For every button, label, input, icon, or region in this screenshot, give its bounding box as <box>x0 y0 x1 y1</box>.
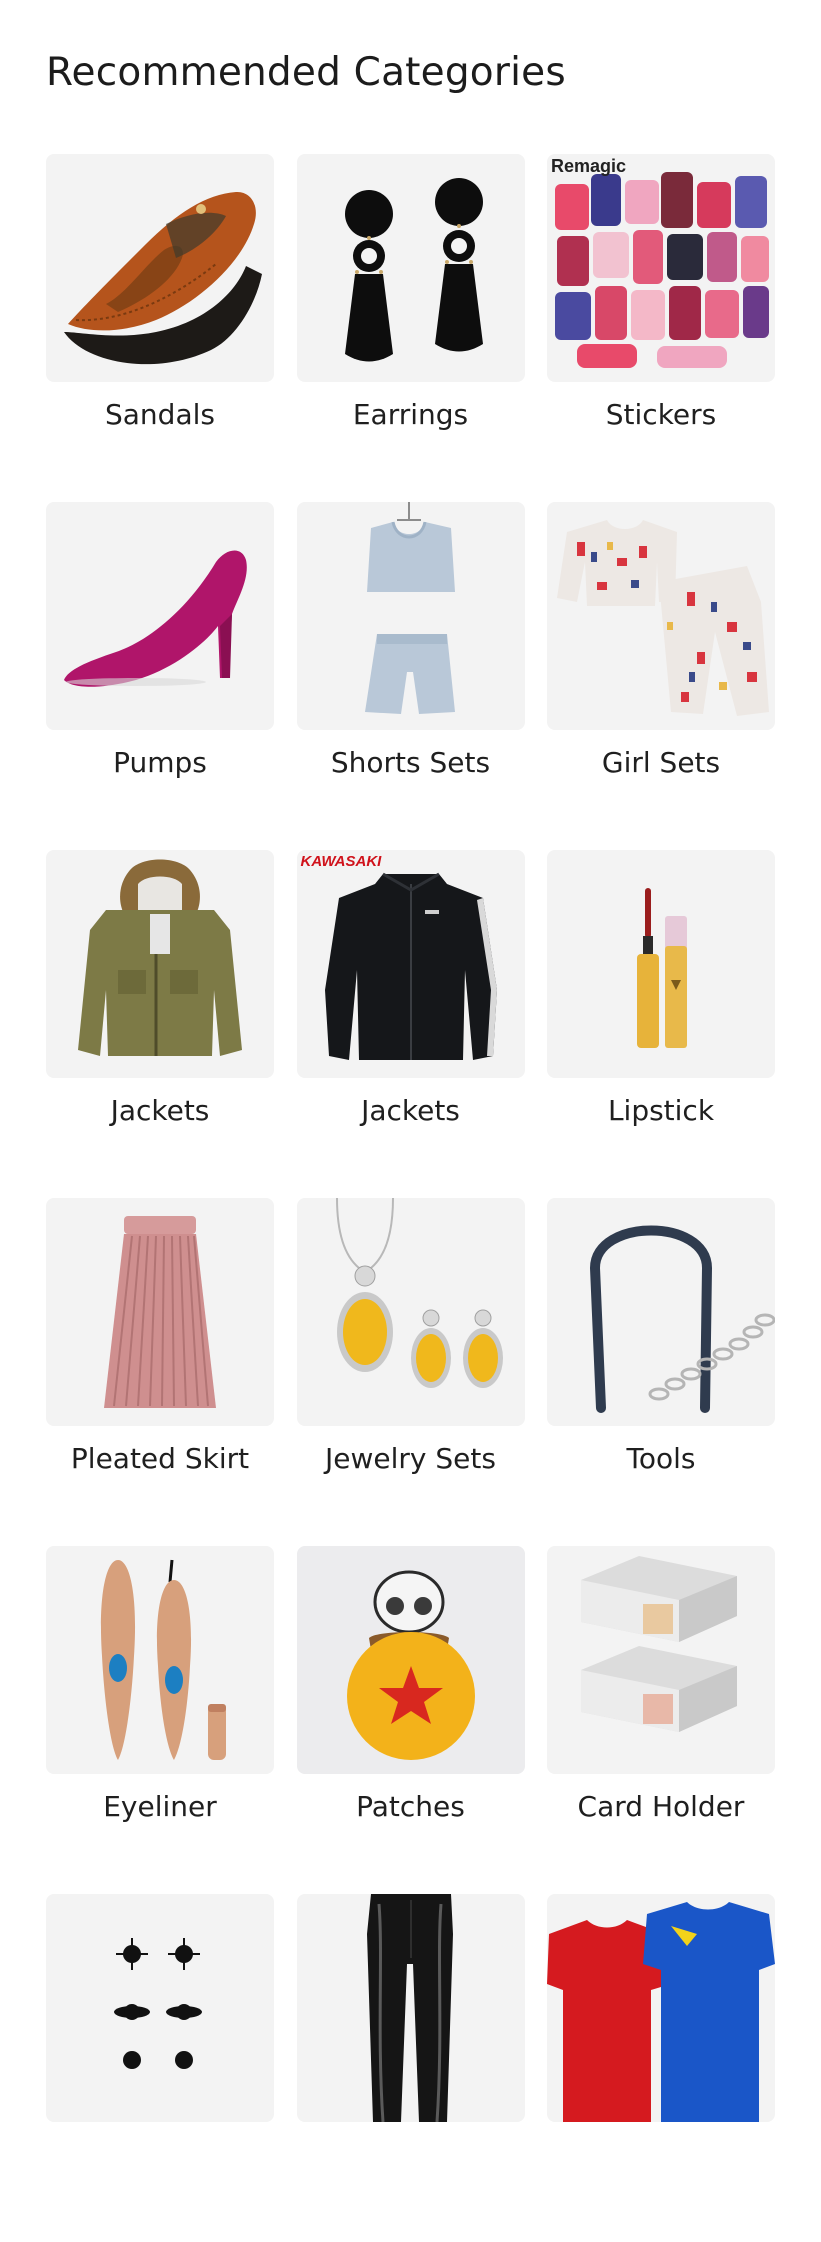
patch-icon <box>346 1570 475 1760</box>
category-label: Eyeliner <box>103 1790 217 1823</box>
category-tile-pleated-skirt[interactable]: Pleated Skirt <box>46 1198 274 1546</box>
sandal-icon <box>64 191 262 365</box>
category-image <box>296 1198 525 1426</box>
lip-gloss-icon <box>637 888 687 1048</box>
category-image <box>547 1894 775 2122</box>
category-image <box>547 502 775 730</box>
category-image <box>46 850 274 1078</box>
category-label: Girl Sets <box>601 746 721 779</box>
category-tile-pumps[interactable]: Pumps <box>46 502 274 850</box>
category-image <box>296 1546 525 1774</box>
category-image <box>547 850 775 1078</box>
sticker-pack-icon <box>555 172 769 368</box>
category-tile-stickers[interactable]: Remagic Stickers <box>547 154 775 502</box>
category-image <box>296 1894 525 2122</box>
category-label: Card Holder <box>577 1790 745 1823</box>
earring-icon <box>344 178 483 362</box>
track-jacket-icon <box>324 872 497 1060</box>
category-image <box>46 502 274 730</box>
category-label: Tools <box>626 1442 696 1475</box>
category-tile-girl-sets[interactable]: Girl Sets <box>547 502 775 850</box>
category-label: Sandals <box>105 398 215 431</box>
category-image <box>547 1546 775 1774</box>
category-label: Jewelry Sets <box>325 1442 496 1475</box>
brand-logo: KAWASAKI <box>300 853 382 870</box>
category-image <box>46 1894 274 2122</box>
page-title: Recommended Categories <box>46 50 566 95</box>
category-label: Stickers <box>605 398 717 431</box>
category-image <box>547 1198 775 1426</box>
category-label: Jackets <box>110 1094 210 1127</box>
category-tile-jerseys[interactable] <box>547 1894 775 2242</box>
jewelry-set-icon <box>335 1198 503 1388</box>
category-tile-sandals[interactable]: Sandals <box>46 154 274 502</box>
nail-sticker-icon <box>114 1938 202 2069</box>
category-tile-tools[interactable]: Tools <box>547 1198 775 1546</box>
eyeliner-icon <box>100 1559 226 1760</box>
pleated-skirt-icon <box>104 1216 216 1408</box>
category-tile-jackets-parka[interactable]: Jackets <box>46 850 274 1198</box>
category-label: Earrings <box>352 398 469 431</box>
category-tile-earrings[interactable]: Earrings <box>296 154 525 502</box>
shorts-set-icon <box>364 502 455 714</box>
category-image <box>46 1198 274 1426</box>
tool-icon <box>589 1225 775 1413</box>
category-label: Jackets <box>361 1094 460 1127</box>
category-image: KAWASAKI <box>296 850 525 1078</box>
category-image <box>296 154 525 382</box>
category-tile-jackets-track[interactable]: KAWASAKI Jackets <box>296 850 525 1198</box>
pump-shoe-icon <box>64 550 247 687</box>
parka-jacket-icon <box>78 859 242 1056</box>
category-tile-shorts-sets[interactable]: Shorts Sets <box>296 502 525 850</box>
leather-pants-icon <box>366 1894 453 2122</box>
category-tile-leather-pants[interactable] <box>296 1894 525 2242</box>
category-label: Patches <box>356 1790 465 1823</box>
category-image <box>46 1546 274 1774</box>
category-label: Shorts Sets <box>330 746 491 779</box>
girl-set-icon <box>557 520 769 716</box>
brand-logo: Remagic <box>551 156 627 176</box>
jersey-icon <box>547 1902 775 2122</box>
card-holder-icon <box>581 1556 737 1732</box>
category-label: Lipstick <box>607 1094 715 1127</box>
category-label: Pumps <box>113 746 207 779</box>
category-tile-jewelry-sets[interactable]: Jewelry Sets <box>296 1198 525 1546</box>
category-image <box>296 502 525 730</box>
category-tile-eyeliner[interactable]: Eyeliner <box>46 1546 274 1894</box>
category-grid: Sandals Earrings Remagic Stickers Pumps … <box>46 154 775 2242</box>
category-label: Pleated Skirt <box>70 1442 250 1475</box>
category-tile-card-holder[interactable]: Card Holder <box>547 1546 775 1894</box>
category-image <box>46 154 274 382</box>
category-tile-patches[interactable]: Patches <box>296 1546 525 1894</box>
category-image: Remagic <box>547 154 775 382</box>
category-tile-lipstick[interactable]: Lipstick <box>547 850 775 1198</box>
category-tile-nail-stickers[interactable] <box>46 1894 274 2242</box>
